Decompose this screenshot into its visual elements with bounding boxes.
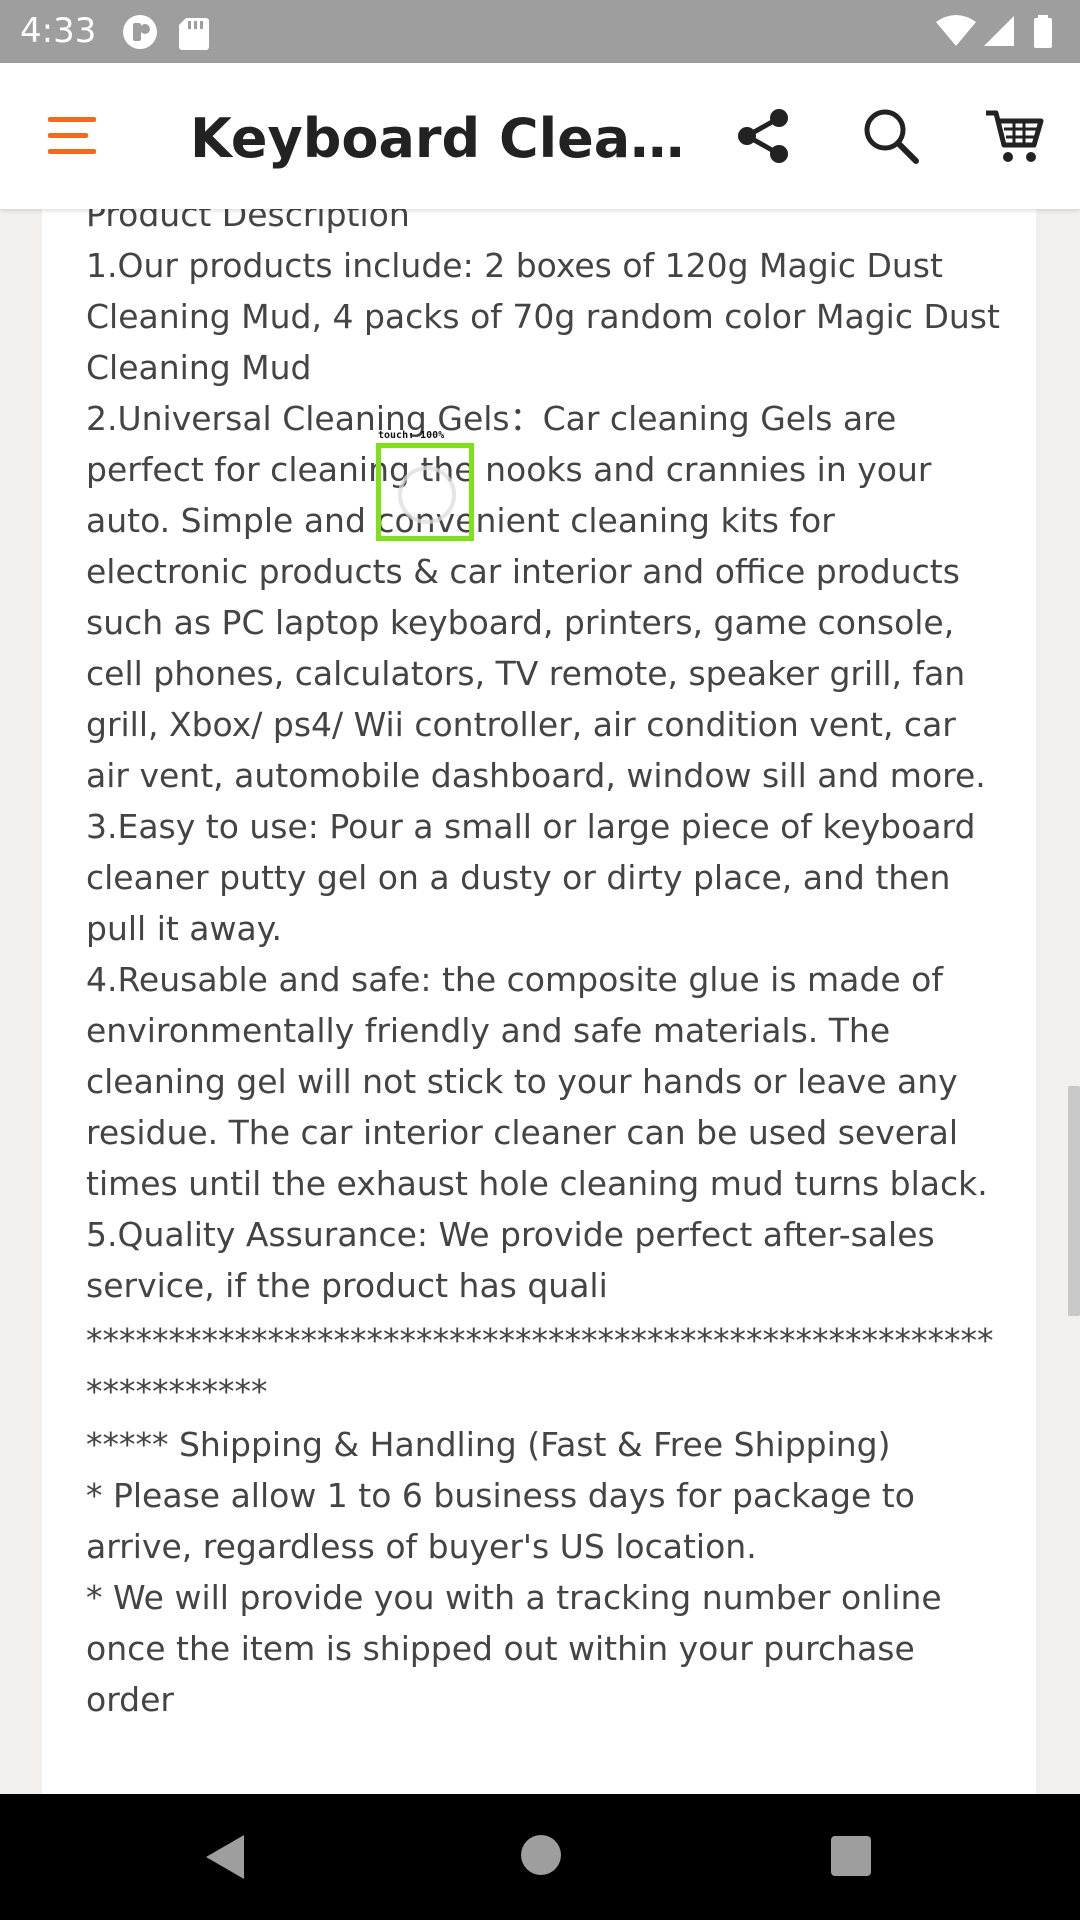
status-right-icons — [934, 14, 1064, 54]
touch-label: touch: 100% — [378, 430, 445, 441]
page-title: Keyboard Cleane... — [190, 107, 690, 170]
share-button[interactable] — [737, 108, 791, 164]
signal-icon — [984, 16, 1014, 46]
back-icon[interactable] — [202, 1833, 248, 1881]
hamburger-menu-icon — [48, 117, 96, 154]
scrollbar-thumb[interactable] — [1068, 1086, 1080, 1316]
description-item-2: 2.Universal Cleaning Gels：Car cleaning G… — [86, 399, 986, 795]
shipping-item-2: * We will provide you with a tracking nu… — [86, 1578, 942, 1719]
status-left-icons — [122, 14, 222, 54]
system-nav-bar — [0, 1794, 1080, 1920]
description-item-5: 5.Quality Assurance: We provide perfect … — [86, 1215, 935, 1305]
home-icon[interactable] — [521, 1835, 561, 1875]
recent-apps-icon[interactable] — [831, 1836, 871, 1876]
sd-card-icon — [179, 18, 209, 50]
search-button[interactable] — [862, 107, 920, 165]
description-item-1: 1.Our products include: 2 boxes of 120g … — [86, 246, 1000, 387]
search-icon — [864, 109, 919, 164]
wifi-icon — [936, 15, 976, 46]
description-scroll-area[interactable]: Product Description 1.Our products inclu… — [0, 209, 1080, 1794]
touch-circle — [398, 466, 456, 524]
app-notification-icon — [123, 15, 157, 49]
description-item-3: 3.Easy to use: Pour a small or large pie… — [86, 807, 976, 948]
description-item-4: 4.Reusable and safe: the composite glue … — [86, 960, 988, 1203]
status-bar: 4:33 — [0, 0, 1080, 63]
cart-button[interactable] — [984, 107, 1044, 165]
battery-icon — [1034, 18, 1052, 48]
description-heading: Product Description — [86, 209, 410, 234]
menu-button[interactable] — [48, 113, 98, 159]
share-icon — [738, 109, 788, 163]
status-time: 4:33 — [20, 11, 97, 51]
shipping-item-1: * Please allow 1 to 6 business days for … — [86, 1476, 915, 1566]
shipping-heading: ***** Shipping & Handling (Fast & Free S… — [86, 1425, 891, 1464]
cart-icon — [986, 110, 1044, 162]
product-description: Product Description 1.Our products inclu… — [86, 209, 1006, 1725]
separator-stars: ****************************************… — [86, 1321, 994, 1411]
app-bar: Keyboard Cleane... — [0, 63, 1080, 209]
